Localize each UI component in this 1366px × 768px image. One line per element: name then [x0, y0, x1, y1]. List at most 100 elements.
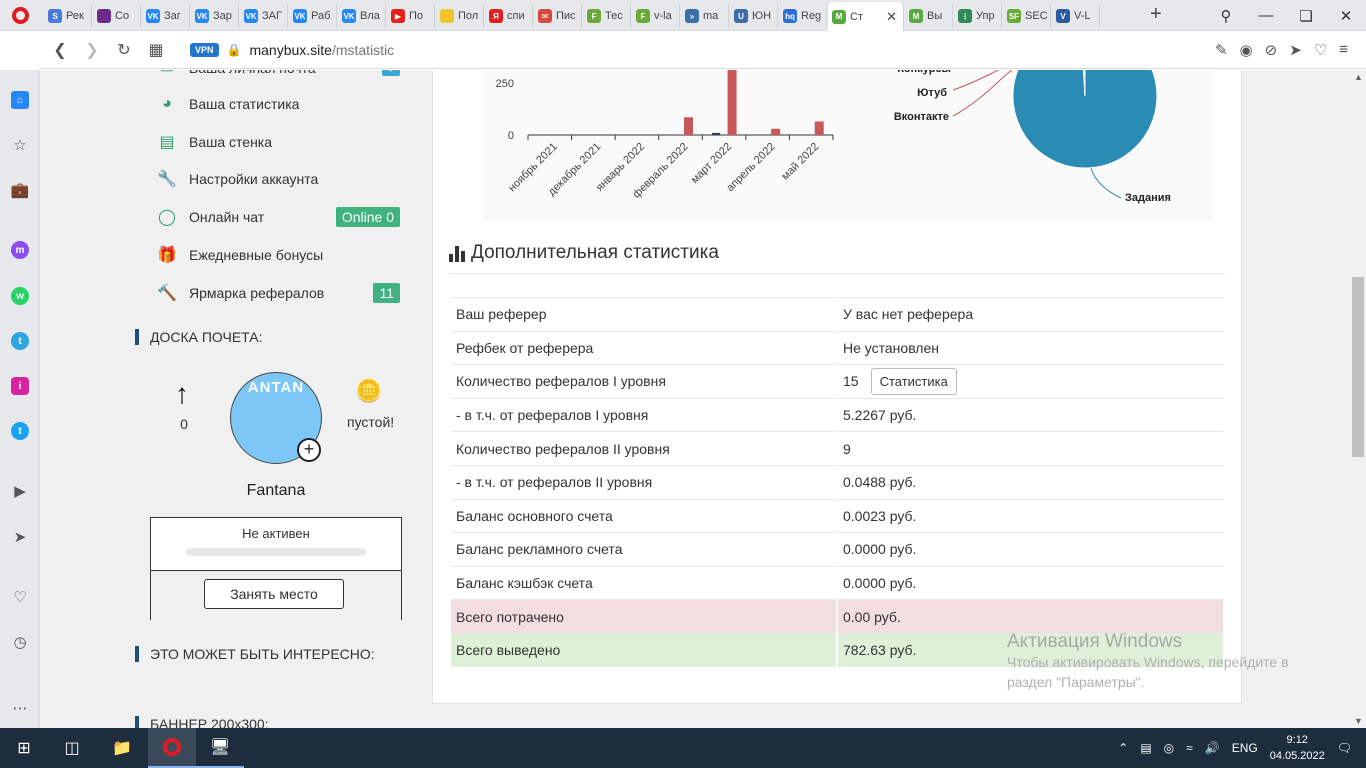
tray-chevron-icon[interactable]: ⌃ [1118, 741, 1128, 755]
stat-label: Всего потрачено [451, 599, 838, 634]
wifi-icon[interactable]: ≈ [1186, 741, 1193, 755]
referrals-stats-button[interactable]: Статистика [870, 367, 957, 395]
url-field[interactable]: manybux.site/mstatistic [249, 42, 394, 58]
remote-desktop-icon[interactable]: 🖥 [196, 728, 244, 768]
opera-taskbar-icon[interactable] [148, 728, 196, 768]
browser-tab[interactable]: VK Заг [142, 4, 190, 28]
browser-tab[interactable]: ⋮ Упр [954, 4, 1002, 28]
lock-icon[interactable]: 🔒 [227, 43, 242, 57]
browser-tab[interactable]: VK Раб [289, 4, 337, 28]
browser-tab[interactable]: S Рек [44, 4, 92, 28]
notifications-icon[interactable]: 🗨 [1337, 741, 1352, 755]
arrow-up-icon[interactable]: ↑ [175, 378, 189, 410]
restore-button[interactable]: ❏ [1286, 0, 1326, 31]
tabs-grid-icon[interactable]: ▦ [140, 40, 172, 60]
windows-taskbar: ⊞ ◫ 📁 🖥 ⌃ ▤ ◎ ≈ 🔊 ENG 9:12 04.05.2022 🗨 [0, 728, 1366, 768]
menu-item[interactable]: 🎁 Ежедневные бонусы [155, 237, 400, 273]
close-window-button[interactable]: ✕ [1326, 0, 1366, 31]
close-tab-icon[interactable]: ✕ [886, 9, 897, 25]
take-place-button[interactable]: Занять место [204, 579, 344, 609]
scroll-thumb[interactable] [1352, 277, 1364, 457]
browser-tab[interactable]: U ЮН [730, 4, 778, 28]
clock[interactable]: 9:12 04.05.2022 [1270, 732, 1325, 764]
send-sidebar-icon[interactable]: ➤ [0, 523, 40, 551]
menu-item[interactable]: 🔨 Ярмарка рефералов 11 [155, 275, 400, 311]
scroll-down-icon[interactable]: ▼ [1354, 716, 1363, 726]
stat-value: 0.0000 руб. [837, 565, 1225, 600]
browser-tab[interactable]: V V-L [1052, 4, 1100, 28]
more-icon[interactable]: ⋯ [0, 694, 40, 722]
back-icon[interactable]: ❮ [44, 40, 76, 60]
menu-icon[interactable]: ≡ [1339, 41, 1348, 59]
new-tab-button[interactable]: + [1150, 3, 1170, 26]
meet-icon[interactable]: ▤ [1140, 741, 1151, 755]
bag-icon[interactable]: 💼 [0, 176, 40, 204]
browser-tab[interactable]: F Тес [583, 4, 631, 28]
browser-tab[interactable]: ✉ Пис [534, 4, 582, 28]
heart-sidebar-icon[interactable]: ♡ [0, 583, 40, 611]
edit-icon[interactable]: ✎ [1215, 41, 1228, 59]
browser-tab[interactable]: Fv-la [632, 4, 680, 28]
search-tabs-icon[interactable]: ⚲ [1206, 0, 1246, 31]
menu-item[interactable]: 🔧 Настройки аккаунта [155, 161, 400, 197]
honor-board: ↑ 0 ANTAN + 🪙 пустой! Fantana [135, 360, 417, 530]
camera-icon[interactable]: ◉ [1240, 41, 1253, 59]
home-icon[interactable]: ⌂ [0, 86, 40, 114]
menu-item[interactable]: ▤ Ваша стенка [155, 124, 400, 160]
network-icon[interactable]: ◎ [1164, 741, 1174, 755]
interesting-title: ЭТО МОЖЕТ БЫТЬ ИНТЕРЕСНО: [135, 646, 417, 662]
browser-tab[interactable]: hq Reg [779, 4, 827, 28]
menu-item-label: Ваша стенка [189, 134, 273, 150]
stat-label: Баланс основного счета [451, 498, 838, 533]
stat-value: 15 Статистика [837, 364, 1225, 399]
menu-item[interactable]: ◕ Ваша статистика [155, 86, 400, 122]
volume-icon[interactable]: 🔊 [1205, 741, 1220, 755]
reload-icon[interactable]: ↻ [108, 40, 140, 60]
browser-tab[interactable]: ▶ По [387, 4, 435, 28]
tab-label: Вы [927, 10, 943, 22]
star-envelope-icon: ✉ [155, 70, 179, 78]
vpn-badge[interactable]: VPN [190, 42, 219, 57]
menu-item[interactable]: ✉ Ваша личная почта 0 [155, 70, 400, 86]
menu-item[interactable]: ◯ Онлайн чат Online 0 [155, 199, 400, 235]
bar [814, 121, 824, 135]
block-icon[interactable]: ⊘ [1265, 41, 1278, 59]
browser-tab[interactable]: VK Вла [338, 4, 386, 28]
task-view-icon[interactable]: ◫ [48, 728, 96, 768]
browser-tab[interactable]: Яспи [485, 4, 533, 28]
browser-tab[interactable]: VK Зар [191, 4, 239, 28]
twitter-icon[interactable]: t [0, 417, 40, 445]
scroll-up-icon[interactable]: ▲ [1354, 72, 1363, 82]
language-indicator[interactable]: ENG [1232, 741, 1258, 755]
browser-tab[interactable]: » ma [681, 4, 729, 28]
star-icon[interactable]: ☆ [0, 131, 40, 159]
instagram-icon[interactable]: i [0, 372, 40, 400]
plus-icon[interactable]: + [297, 438, 321, 462]
stat-value: 0.0000 руб. [837, 532, 1225, 567]
browser-tab[interactable]: M Вы [905, 4, 953, 28]
pie-label: Ютуб [917, 87, 947, 99]
file-explorer-icon[interactable]: 📁 [98, 728, 146, 768]
player-icon[interactable]: ▶ [0, 477, 40, 505]
minimize-button[interactable]: — [1246, 0, 1286, 31]
opera-menu-icon[interactable] [0, 0, 40, 31]
browser-tab[interactable]: SF SEC [1003, 4, 1051, 28]
tab-favicon-icon: M [832, 9, 846, 24]
stat-value-text: У вас нет реферера [843, 306, 974, 323]
browser-tab[interactable]: Пол [436, 4, 484, 28]
whatsapp-icon[interactable]: w [0, 282, 40, 310]
heart-icon[interactable]: ♡ [1314, 41, 1327, 59]
page-scrollbar[interactable]: ▲ ▼ [1350, 70, 1366, 728]
messenger-icon[interactable]: m [0, 236, 40, 264]
browser-tab[interactable]: VK ЗАГ [240, 4, 288, 28]
forward-icon[interactable]: ❯ [76, 40, 108, 60]
history-icon[interactable]: ◷ [0, 628, 40, 656]
honor-board-title: ДОСКА ПОЧЕТА: [135, 329, 417, 345]
telegram-icon[interactable]: t [0, 327, 40, 355]
tab-favicon-icon: VK [195, 9, 209, 23]
send-icon[interactable]: ➤ [1289, 41, 1302, 59]
stat-value-text: 782.63 руб. [843, 642, 917, 659]
start-button[interactable]: ⊞ [0, 728, 48, 768]
browser-tab[interactable]: Co [93, 4, 141, 28]
browser-tab[interactable]: M Ст ✕ [828, 2, 904, 31]
